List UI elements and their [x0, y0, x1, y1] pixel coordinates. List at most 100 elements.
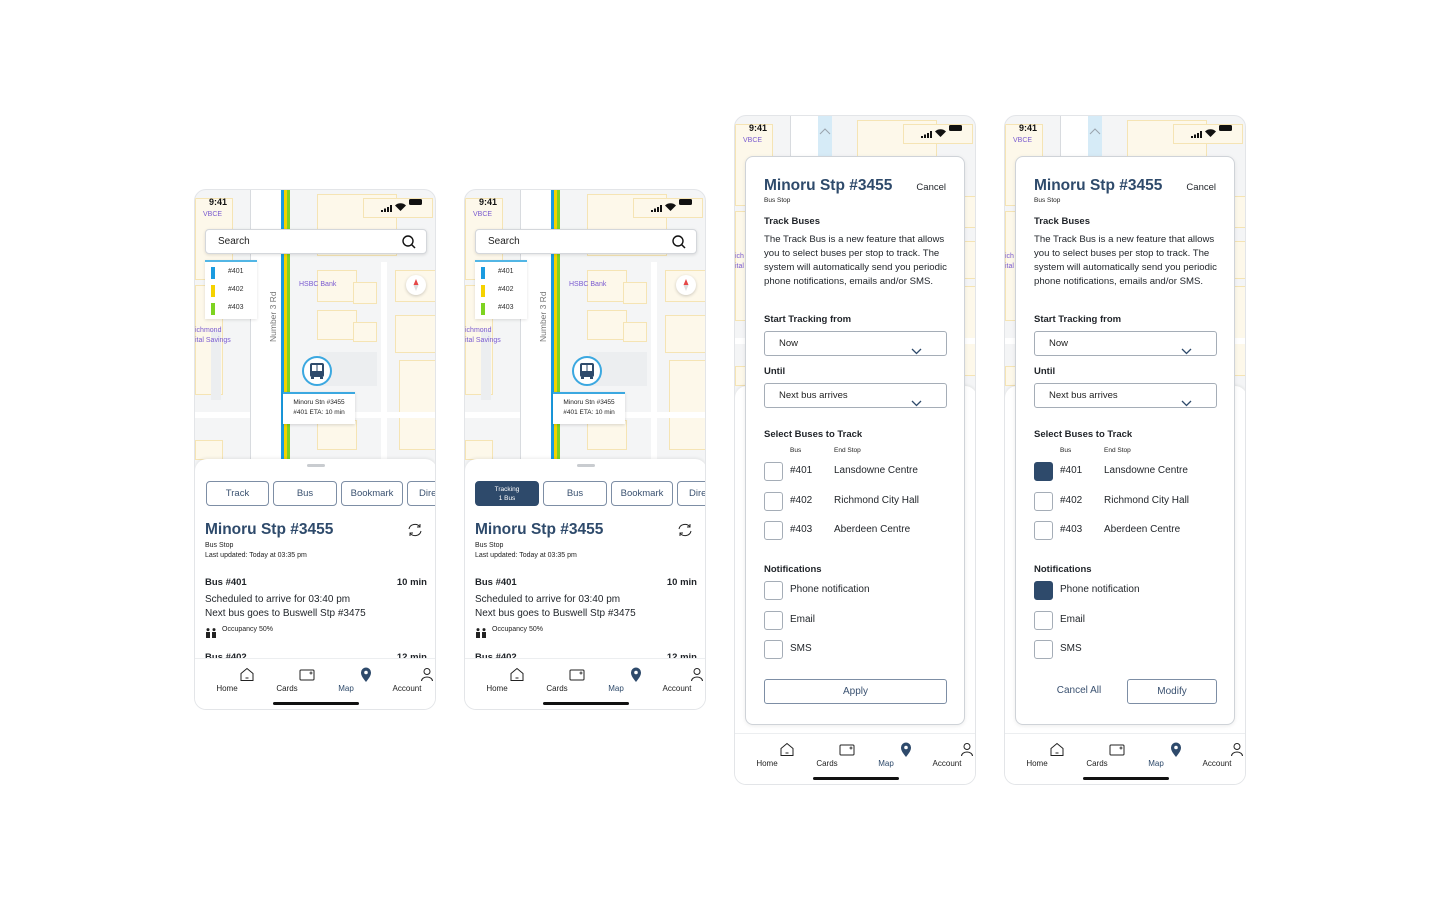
map-building	[465, 440, 493, 460]
bus-checkbox[interactable]	[1034, 521, 1053, 540]
search-icon[interactable]	[402, 235, 416, 254]
directions-button[interactable]: Dire	[677, 481, 705, 506]
poi-hsbc-bank[interactable]: HSBC Bank	[299, 280, 336, 290]
sheet-drag-handle[interactable]	[577, 464, 595, 467]
notification-checkbox[interactable]	[764, 610, 783, 630]
map-building	[587, 420, 627, 450]
map-building	[665, 315, 705, 353]
search-bar[interactable]: Search	[205, 229, 427, 254]
legend-item[interactable]: #402	[211, 285, 255, 297]
refresh-icon[interactable]	[407, 523, 423, 542]
bus-stop-marker[interactable]	[572, 356, 602, 386]
collapse-chevron-icon[interactable]	[1089, 122, 1101, 140]
legend-item[interactable]: #403	[211, 303, 255, 315]
compass-button[interactable]	[676, 275, 696, 295]
search-icon[interactable]	[672, 235, 686, 254]
track-buses-heading: Track Buses	[764, 216, 820, 227]
poi-hsbc-bank[interactable]: HSBC Bank	[569, 280, 606, 290]
tooltip-stop: Minoru Stn #3455	[563, 399, 615, 406]
nav-item-map[interactable]: Map	[318, 663, 374, 699]
bus-checkbox[interactable]	[764, 462, 783, 481]
nav-item-home[interactable]: Home	[739, 738, 795, 774]
notification-label: SMS	[790, 643, 812, 654]
nav-item-cards[interactable]: Cards	[529, 663, 585, 699]
notification-checkbox[interactable]	[1034, 640, 1053, 659]
map-building	[395, 315, 435, 353]
legend-label: #401	[498, 268, 514, 275]
map-road-vertical	[651, 262, 657, 462]
nav-item-cards[interactable]: Cards	[1069, 738, 1125, 774]
modify-button[interactable]: Modify	[1127, 679, 1217, 704]
cancel-all-button[interactable]: Cancel All	[1046, 685, 1112, 696]
nav-item-cards[interactable]: Cards	[799, 738, 855, 774]
start-tracking-select[interactable]: Now	[764, 331, 947, 356]
nav-label: Account	[1202, 759, 1232, 768]
nav-item-account[interactable]: Account	[379, 663, 435, 699]
bus-button[interactable]: Bus	[543, 481, 607, 506]
bus-checkbox[interactable]	[764, 521, 783, 540]
nav-item-account[interactable]: Account	[649, 663, 705, 699]
map-building	[353, 282, 377, 304]
poi-credit-union-2[interactable]: ital Savings	[465, 336, 501, 346]
map-building	[623, 282, 647, 304]
sheet-drag-handle[interactable]	[307, 464, 325, 467]
notification-label: SMS	[1060, 643, 1082, 654]
notification-checkbox[interactable]	[764, 581, 783, 600]
cancel-button[interactable]: Cancel	[916, 182, 946, 193]
nav-item-map[interactable]: Map	[588, 663, 644, 699]
start-tracking-label: Start Tracking from	[764, 314, 852, 325]
apply-button[interactable]: Apply	[764, 679, 947, 704]
nav-item-account[interactable]: Account	[1189, 738, 1245, 774]
cancel-button[interactable]: Cancel	[1186, 182, 1216, 193]
search-input[interactable]: Search	[218, 236, 250, 247]
home-indicator	[1083, 777, 1169, 780]
until-select[interactable]: Next bus arrives	[1034, 383, 1217, 408]
refresh-icon[interactable]	[677, 523, 693, 542]
notification-checkbox[interactable]	[764, 640, 783, 659]
nav-label: Map	[608, 684, 624, 693]
notification-checkbox[interactable]	[1034, 581, 1053, 600]
track-button[interactable]: Track	[206, 481, 269, 506]
nav-item-map[interactable]: Map	[1128, 738, 1184, 774]
notification-label: Email	[790, 613, 816, 625]
legend-item[interactable]: #401	[481, 267, 525, 279]
poi-credit-union-2: ital	[1005, 263, 1014, 270]
collapse-chevron-icon[interactable]	[819, 122, 831, 140]
search-bar[interactable]: Search	[475, 229, 697, 254]
poi-credit-union[interactable]: ichmond	[465, 326, 491, 336]
directions-button[interactable]: Dire	[407, 481, 435, 506]
tracking-button[interactable]: Tracking 1 Bus	[475, 481, 539, 506]
bus-checkbox[interactable]	[1034, 491, 1053, 511]
arrival-eta: 10 min	[396, 577, 427, 588]
battery-icon	[409, 199, 422, 205]
notification-label: Email	[1060, 613, 1086, 625]
nav-item-home[interactable]: Home	[199, 663, 255, 699]
nav-item-account[interactable]: Account	[919, 738, 975, 774]
until-select[interactable]: Next bus arrives	[764, 383, 947, 408]
start-tracking-select[interactable]: Now	[1034, 331, 1217, 356]
bus-stop-marker[interactable]	[302, 356, 332, 386]
bookmark-button[interactable]: Bookmark	[611, 481, 673, 506]
bus-checkbox[interactable]	[764, 491, 783, 511]
legend-item[interactable]: #403	[481, 303, 525, 315]
legend-item[interactable]: #402	[481, 285, 525, 297]
notification-checkbox[interactable]	[1034, 610, 1053, 630]
poi-credit-union[interactable]: ichmond	[195, 326, 221, 336]
bus-button[interactable]: Bus	[273, 481, 337, 506]
nav-item-home[interactable]: Home	[469, 663, 525, 699]
nav-item-home[interactable]: Home	[1009, 738, 1065, 774]
map-building	[399, 360, 435, 450]
legend-swatch	[211, 267, 215, 279]
signal-icon	[651, 199, 663, 217]
bus-checkbox[interactable]	[1034, 462, 1053, 481]
track-buses-heading: Track Buses	[1034, 216, 1090, 227]
nav-item-map[interactable]: Map	[858, 738, 914, 774]
search-input[interactable]: Search	[488, 236, 520, 247]
legend-label: #402	[228, 286, 244, 293]
compass-button[interactable]	[406, 275, 426, 295]
bookmark-button[interactable]: Bookmark	[341, 481, 403, 506]
bus-number: #403	[1060, 524, 1083, 535]
poi-credit-union-2[interactable]: ital Savings	[195, 336, 231, 346]
legend-item[interactable]: #401	[211, 267, 255, 279]
nav-item-cards[interactable]: Cards	[259, 663, 315, 699]
